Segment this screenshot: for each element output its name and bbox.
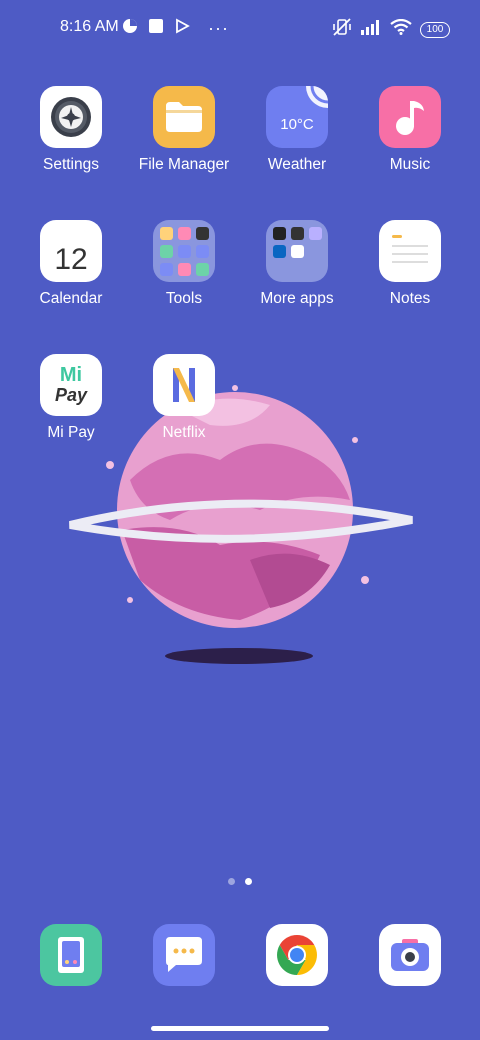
netflix-icon <box>153 354 215 416</box>
app-netflix[interactable]: Netflix <box>128 354 240 442</box>
tools-folder-icon <box>153 220 215 282</box>
netflix-label: Netflix <box>162 424 206 441</box>
dock-app-camera[interactable] <box>354 924 466 986</box>
wifi-icon <box>390 18 412 40</box>
more-apps-label: More apps <box>260 290 334 307</box>
calendar-icon: 12 <box>40 220 102 282</box>
battery-indicator: 100 <box>420 21 450 38</box>
security-app-icon <box>40 924 102 986</box>
more-apps-folder-icon <box>266 220 328 282</box>
file-manager-label: File Manager <box>138 156 230 173</box>
calendar-label: Calendar <box>39 290 103 307</box>
tools-label: Tools <box>165 290 203 307</box>
dock-app-messaging[interactable] <box>128 924 240 986</box>
data-saver-icon <box>122 18 138 39</box>
square-notification-icon <box>148 18 164 39</box>
vibrate-muted-icon <box>332 18 352 41</box>
signal-icon <box>360 19 382 40</box>
settings-label: Settings <box>42 156 99 173</box>
status-time: 8:16 AM <box>60 18 119 35</box>
app-calendar[interactable]: 12 Calendar <box>15 220 127 308</box>
more-dots-icon: ··· <box>208 18 229 38</box>
weather-label: Weather <box>267 156 327 173</box>
app-music[interactable]: Music <box>354 86 466 174</box>
app-file-manager[interactable]: File Manager <box>128 86 240 174</box>
message-icon <box>153 924 215 986</box>
folder-more-apps[interactable]: More apps <box>241 220 353 308</box>
play-store-icon <box>174 18 190 39</box>
calendar-day: 12 <box>54 243 88 276</box>
page-indicator <box>0 878 480 885</box>
chrome-icon <box>266 924 328 986</box>
folder-preview-grid <box>272 226 322 276</box>
home-indicator[interactable] <box>151 1026 329 1031</box>
settings-icon <box>40 86 102 148</box>
app-settings[interactable]: Settings <box>15 86 127 174</box>
music-note-icon <box>379 86 441 148</box>
wallpaper-planet-illustration <box>60 370 430 680</box>
camera-icon <box>379 924 441 986</box>
folder-tools[interactable]: Tools <box>128 220 240 308</box>
page-dot-1[interactable] <box>228 878 235 885</box>
music-label: Music <box>389 156 431 173</box>
dock-app-security[interactable] <box>15 924 127 986</box>
dock-app-chrome[interactable] <box>241 924 353 986</box>
page-dot-2[interactable] <box>245 878 252 885</box>
notes-icon <box>379 220 441 282</box>
weather-icon: 10°C <box>266 86 328 148</box>
weather-temp: 10°C <box>280 115 314 133</box>
status-bar: 8:16 AM ··· 100 <box>0 0 480 56</box>
folder-preview-grid <box>159 226 209 276</box>
folder-icon <box>153 86 215 148</box>
app-notes[interactable]: Notes <box>354 220 466 308</box>
notes-label: Notes <box>389 290 431 307</box>
app-weather[interactable]: 10°C Weather <box>241 86 353 174</box>
